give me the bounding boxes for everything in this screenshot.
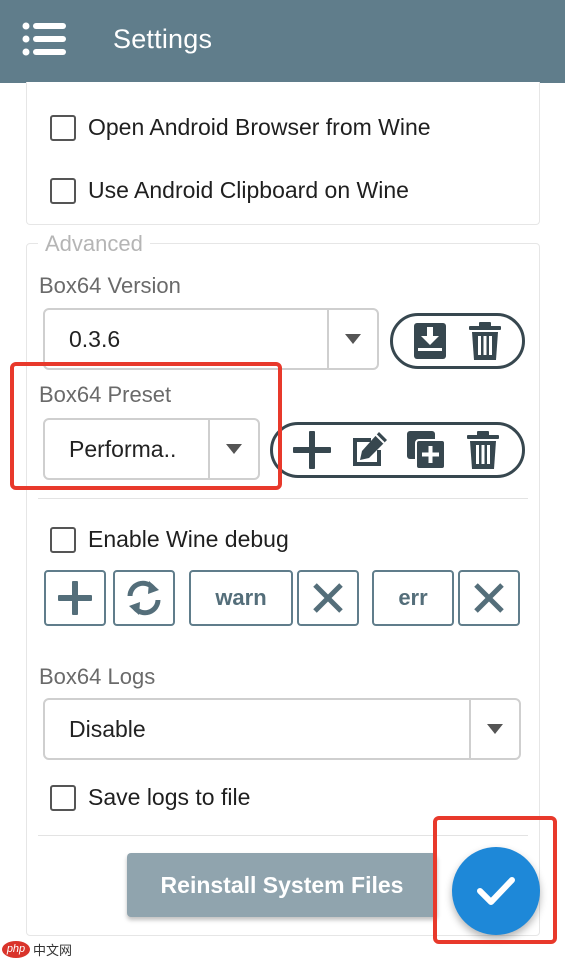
box64-logs-select[interactable]: Disable: [43, 698, 521, 760]
reinstall-system-files-button[interactable]: Reinstall System Files: [127, 853, 437, 917]
debug-channel-err[interactable]: err: [372, 570, 454, 626]
download-icon[interactable]: [408, 319, 452, 363]
divider: [38, 835, 528, 836]
open-browser-label: Open Android Browser from Wine: [88, 114, 431, 140]
box64-logs-value: Disable: [69, 715, 146, 742]
wine-debug-checkbox-row[interactable]: Enable Wine debug: [50, 526, 289, 553]
debug-channel-label: err: [398, 585, 428, 610]
trash-icon[interactable]: [461, 428, 505, 472]
open-browser-checkbox[interactable]: [50, 114, 76, 141]
trash-icon[interactable]: [463, 319, 507, 363]
reinstall-label: Reinstall System Files: [160, 871, 404, 898]
add-debug-channel-button[interactable]: [44, 570, 106, 626]
use-clipboard-label: Use Android Clipboard on Wine: [88, 177, 409, 203]
app-bar: Settings: [0, 0, 565, 83]
save-logs-checkbox[interactable]: [50, 784, 76, 811]
save-logs-checkbox-row[interactable]: Save logs to file: [50, 784, 250, 811]
menu-icon[interactable]: [22, 20, 66, 58]
edit-icon[interactable]: [347, 428, 391, 472]
check-icon: [477, 877, 515, 905]
reset-debug-channels-button[interactable]: [113, 570, 175, 626]
chevron-down-icon: [327, 310, 377, 368]
sync-icon: [127, 580, 161, 616]
duplicate-icon[interactable]: [404, 428, 448, 472]
save-logs-label: Save logs to file: [88, 784, 251, 810]
chevron-down-icon: [469, 700, 519, 758]
page-title: Settings: [113, 24, 213, 54]
wine-debug-label: Enable Wine debug: [88, 526, 289, 552]
confirm-fab-button[interactable]: [452, 847, 540, 935]
chevron-down-icon: [208, 420, 258, 478]
close-icon: [313, 583, 343, 613]
box64-version-label: Box64 Version: [39, 273, 181, 298]
box64-preset-label: Box64 Preset: [39, 382, 172, 407]
advanced-legend: Advanced: [38, 231, 150, 257]
box64-version-select[interactable]: 0.3.6: [43, 308, 379, 370]
box64-preset-value: Performa..: [69, 435, 177, 462]
close-icon: [474, 583, 504, 613]
box64-preset-actions: [270, 422, 525, 478]
wine-debug-checkbox[interactable]: [50, 526, 76, 553]
box64-preset-select[interactable]: Performa..: [43, 418, 260, 480]
remove-err-channel-button[interactable]: [458, 570, 520, 626]
box64-version-actions: [390, 313, 525, 369]
box64-version-value: 0.3.6: [69, 325, 121, 352]
watermark: php 中文网: [2, 940, 72, 959]
debug-channel-warn[interactable]: warn: [189, 570, 293, 626]
use-clipboard-checkbox[interactable]: [50, 177, 76, 204]
open-browser-checkbox-row[interactable]: Open Android Browser from Wine: [50, 114, 431, 141]
watermark-text: 中文网: [33, 943, 73, 958]
remove-warn-channel-button[interactable]: [297, 570, 359, 626]
box64-logs-label: Box64 Logs: [39, 664, 156, 689]
debug-channel-label: warn: [215, 585, 267, 610]
use-clipboard-checkbox-row[interactable]: Use Android Clipboard on Wine: [50, 177, 409, 204]
watermark-badge: php: [2, 941, 30, 958]
plus-icon[interactable]: [290, 428, 334, 472]
plus-icon: [58, 581, 92, 615]
divider: [38, 498, 528, 499]
